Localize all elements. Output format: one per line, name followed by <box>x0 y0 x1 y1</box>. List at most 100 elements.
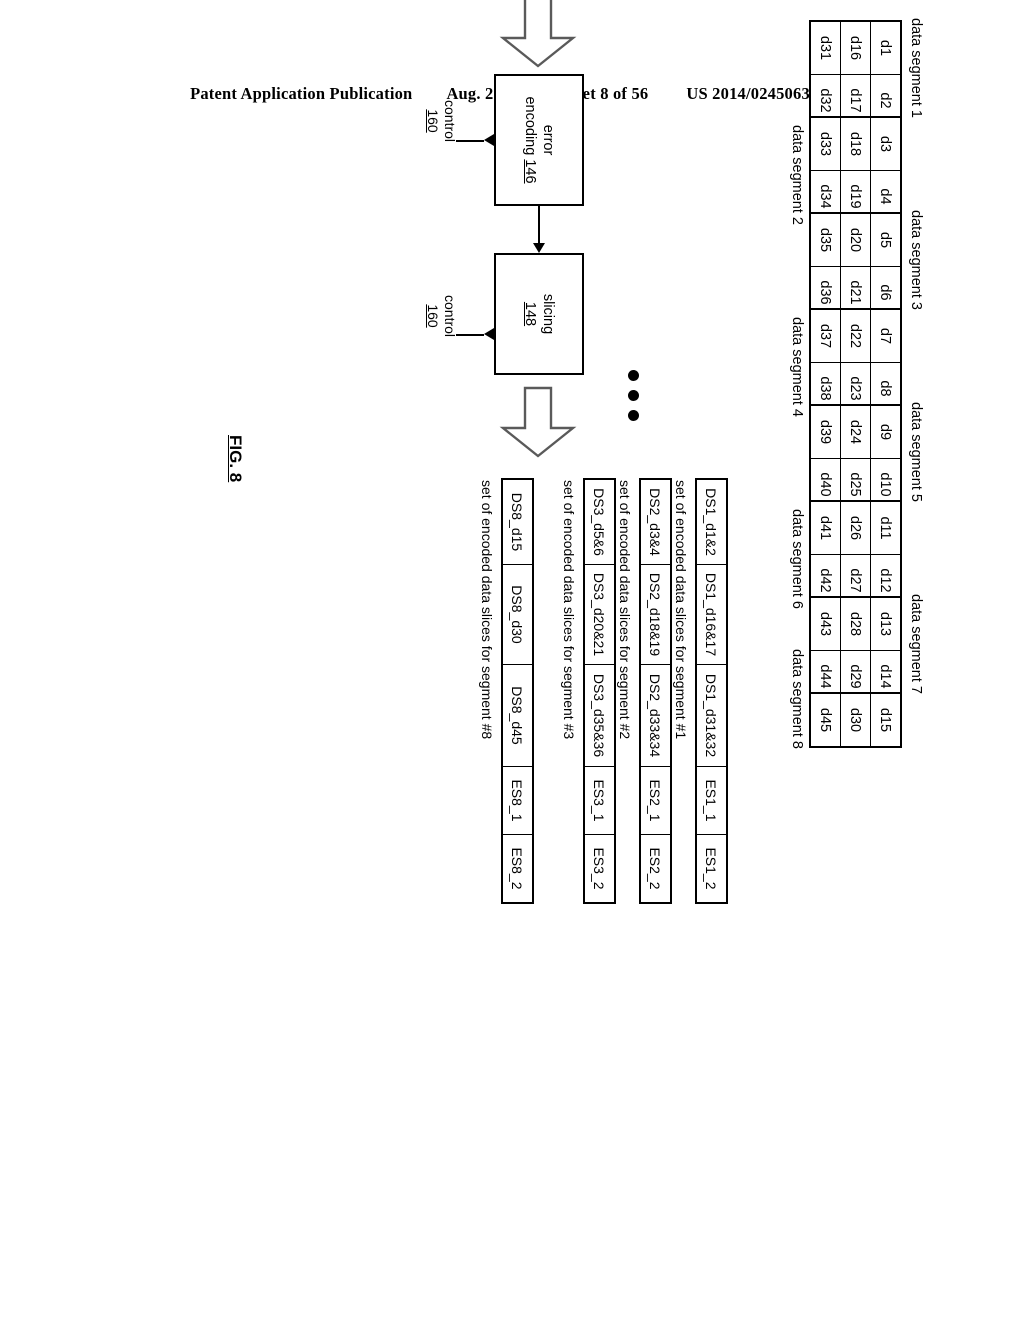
encoded-slice-cell: ES1_1 <box>697 766 726 834</box>
data-segment-row: d16 d17 <box>841 22 871 126</box>
data-segment-row: d26 d27 <box>841 502 871 606</box>
data-segment-table-3: d5 d6 d20 d21 d35 d36 <box>809 212 902 320</box>
control-left-ref: 160 <box>425 109 442 133</box>
ellipsis-dot-1 <box>628 370 639 381</box>
data-cell: d1 <box>877 39 894 57</box>
data-segment-table-7: d13 d14 d28 d29 d43 d44 <box>809 596 902 704</box>
data-segment-row: d1 d2 <box>871 22 900 126</box>
encoding-to-slicing-line <box>538 206 540 244</box>
encoded-slice-row-3: DS3_d5&6 DS3_d20&21 DS3_d35&36 ES3_1 ES3_2 <box>583 478 616 904</box>
error-encoding-ref: 146 <box>522 159 538 184</box>
data-cell: d31 <box>817 35 834 61</box>
data-segment-table-5: d9 d10 d24 d25 d39 d40 <box>809 404 902 512</box>
data-cell: d13 <box>877 611 894 637</box>
data-cell: d7 <box>877 327 894 345</box>
control-right-text: control <box>442 295 458 338</box>
encoded-slice-cell: ES2_2 <box>641 834 670 902</box>
control-left-label: control 160 <box>424 100 458 142</box>
data-cell: d26 <box>847 515 864 541</box>
encoded-slice-cell: ES8_1 <box>503 766 532 834</box>
encoded-slice-set-label-1: set of encoded data slices for segment #… <box>673 480 689 740</box>
encoded-slice-cell: ES8_2 <box>503 834 532 902</box>
encoded-slice-cell: DS8_d45 <box>503 664 532 766</box>
slicing-box: slicing 148 <box>494 253 584 375</box>
control-right-line <box>456 334 484 336</box>
data-segment-row: d5 d6 <box>871 214 900 318</box>
encoded-slice-cell: DS8_d15 <box>509 492 526 552</box>
encoded-slice-cell: ES1_2 <box>697 834 726 902</box>
data-segment-row: d11 d12 <box>871 502 900 606</box>
encoded-slice-cell: DS2_d33&34 <box>641 664 670 766</box>
encoded-slice-row-4: DS8_d15 DS8_d30 DS8_d45 ES8_1 ES8_2 <box>501 478 534 904</box>
encoding-to-slicing-arrowhead <box>533 243 545 253</box>
data-cell: d3 <box>877 135 894 153</box>
slicing-line1: slicing <box>540 293 557 335</box>
data-segment-row: d31 d32 <box>811 22 841 126</box>
data-cell: d11 <box>877 516 894 540</box>
data-segment-row: d15 <box>871 694 900 746</box>
data-cell: d33 <box>817 131 834 157</box>
data-cell: d43 <box>817 611 834 637</box>
encoded-slice-cell: DS1_d1&2 <box>703 488 720 556</box>
encoded-slice-cell: DS1_d16&17 <box>697 564 726 664</box>
error-encoding-line1: error <box>540 124 557 156</box>
encoded-slice-cell: DS2_d18&19 <box>641 564 670 664</box>
data-cell: d30 <box>847 707 864 733</box>
data-segment-label-6: data segment 6 <box>789 509 805 609</box>
data-segment-row: d37 d38 <box>811 310 841 414</box>
ellipsis-dot-3 <box>628 410 639 421</box>
data-cell: d35 <box>817 227 834 253</box>
data-segment-table-1: d1 d2 d16 d17 d31 d32 <box>809 20 902 128</box>
data-segment-row: d39 d40 <box>811 406 841 510</box>
data-segment-label-2: data segment 2 <box>789 125 805 225</box>
encoded-slice-cell: DS8_d30 <box>503 564 532 664</box>
data-segment-table-6: d11 d12 d26 d27 d41 d42 <box>809 500 902 608</box>
encoded-slice-cell: DS1_d31&32 <box>697 664 726 766</box>
data-cell: d24 <box>847 419 864 445</box>
encoded-slice-cell: ES2_1 <box>641 766 670 834</box>
encoded-slice-set-label-3: set of encoded data slices for segment #… <box>561 480 577 740</box>
data-cell: d16 <box>847 35 864 61</box>
data-segment-row: d41 d42 <box>811 502 841 606</box>
data-cell: d39 <box>817 419 834 445</box>
data-cell: d5 <box>877 231 894 249</box>
data-segment-label-3: data segment 3 <box>908 210 924 310</box>
data-segment-table-4: d7 d8 d22 d23 d37 d38 <box>809 308 902 416</box>
control-right-ref: 160 <box>425 304 442 328</box>
data-segment-row: d3 d4 <box>871 118 900 222</box>
data-cell: d45 <box>817 707 834 733</box>
slicing-ref: 148 <box>522 301 538 327</box>
data-segment-label-7: data segment 7 <box>908 594 924 694</box>
figure-8-drawing: d1 d2 d16 d17 d31 d32 data segment 1 d3 d4 d18 d19… <box>0 0 1024 1320</box>
data-cell: d15 <box>877 707 894 733</box>
data-segment-table-2: d3 d4 d18 d19 d33 d34 <box>809 116 902 224</box>
data-segment-row: d9 d10 <box>871 406 900 510</box>
data-segment-label-1: data segment 1 <box>908 18 924 118</box>
data-segment-row: d45 <box>811 694 841 746</box>
data-segment-row: d13 d14 <box>871 598 900 702</box>
control-left-text: control <box>442 100 458 143</box>
encoded-slice-row-1: DS1_d1&2 DS1_d16&17 DS1_d31&32 ES1_1 ES1_2 <box>695 478 728 904</box>
encoded-slice-cell: ES3_2 <box>585 834 614 902</box>
data-segment-row: d22 d23 <box>841 310 871 414</box>
data-segment-label-5: data segment 5 <box>908 402 924 502</box>
data-cell: d22 <box>847 323 864 349</box>
data-segment-row: d33 d34 <box>811 118 841 222</box>
encoded-slice-cell: DS3_d5&6 <box>591 488 608 556</box>
data-segment-label-4: data segment 4 <box>789 317 805 417</box>
encoded-slice-row-2: DS2_d3&4 DS2_d18&19 DS2_d33&34 ES2_1 ES2_2 <box>639 478 672 904</box>
encoded-slice-cell: DS3_d35&36 <box>585 664 614 766</box>
slicing-to-slices-block-arrow <box>495 384 581 460</box>
data-segment-row: d35 d36 <box>811 214 841 318</box>
ellipsis-dots <box>628 370 639 421</box>
data-cell: d18 <box>847 131 864 157</box>
control-left-line <box>456 140 484 142</box>
data-segment-row: d28 d29 <box>841 598 871 702</box>
control-right-label: control 160 <box>424 295 458 337</box>
segments-to-encoding-block-arrow <box>495 0 581 70</box>
data-segment-row: d20 d21 <box>841 214 871 318</box>
figure-caption: FIG. 8 <box>226 435 245 483</box>
data-cell: d9 <box>877 423 894 441</box>
data-segment-row: d7 d8 <box>871 310 900 414</box>
data-cell: d41 <box>817 515 834 541</box>
